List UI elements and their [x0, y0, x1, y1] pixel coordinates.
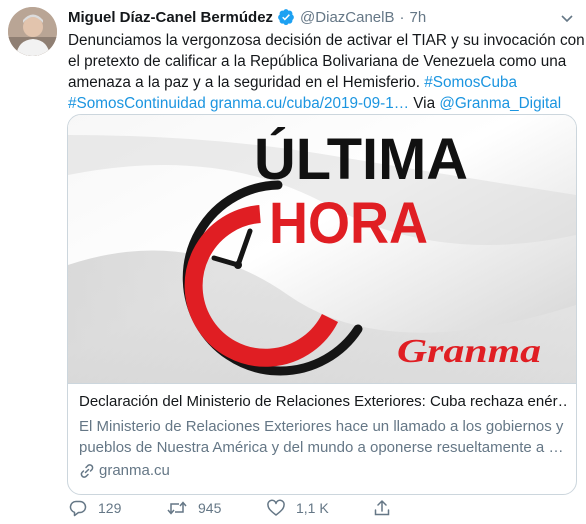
tweet-text-line: #SomosContinuidad granma.cu/cuba/2019-09…: [68, 93, 578, 114]
heart-icon: [267, 499, 285, 516]
hashtag-link[interactable]: #SomosCuba: [424, 74, 517, 91]
like-count: 1,1 K: [296, 500, 329, 516]
tweet-text-line: el pretexto de calificar a la República …: [68, 53, 567, 70]
share-icon: [374, 500, 390, 516]
card-domain-text: granma.cu: [99, 462, 170, 479]
card-domain: granma.cu: [79, 462, 569, 479]
reply-icon: [69, 500, 87, 517]
card-image[interactable]: ÚLTIMA HORA Granma: [68, 115, 576, 384]
avatar[interactable]: [8, 7, 57, 56]
tweet-timestamp[interactable]: 7h: [409, 9, 426, 26]
tweet-text: Denunciamos la vergonzosa decisión de ac…: [68, 30, 585, 114]
author-handle[interactable]: @DiazCanelB: [300, 9, 394, 26]
mention-link[interactable]: @Granma_Digital: [439, 95, 561, 112]
tweet-header: Miguel Díaz-Canel Bermúdez @DiazCanelB ·…: [68, 6, 426, 28]
retweet-icon: [167, 501, 187, 515]
tweet-text-line: amenaza a la paz y a la seguridad en el …: [68, 72, 578, 93]
tweet-text-fragment: amenaza a la paz y a la seguridad en el …: [68, 74, 425, 91]
author-name[interactable]: Miguel Díaz-Canel Bermúdez: [68, 9, 273, 26]
card-image-brand: Granma: [397, 333, 541, 370]
retweet-button[interactable]: 945: [166, 497, 221, 519]
tweet-text-line: Denunciamos la vergonzosa decisión de ac…: [68, 32, 585, 49]
link-card[interactable]: ÚLTIMA HORA Granma Declaración del Minis…: [67, 114, 577, 495]
verified-badge-icon: [277, 8, 295, 26]
via-label: Via: [413, 95, 440, 112]
reply-button[interactable]: 129: [68, 497, 121, 519]
reply-count: 129: [98, 500, 122, 516]
chevron-down-icon[interactable]: [560, 11, 574, 30]
tweet-actions: 129 945 1,1 K: [68, 497, 578, 519]
link-icon: [79, 463, 95, 479]
url-link[interactable]: granma.cu/cuba/2019-09-1…: [210, 95, 409, 112]
share-button[interactable]: [372, 497, 402, 519]
like-button[interactable]: 1,1 K: [266, 497, 329, 519]
card-body: Declaración del Ministerio de Relaciones…: [79, 392, 569, 479]
card-image-line2: HORA: [269, 191, 428, 256]
retweet-count: 945: [198, 500, 222, 516]
card-description-line: pueblos de Nuestra América y del mundo a…: [79, 439, 564, 456]
card-title[interactable]: Declaración del Ministerio de Relaciones…: [79, 392, 569, 412]
tweet[interactable]: Miguel Díaz-Canel Bermúdez @DiazCanelB ·…: [0, 0, 586, 524]
hashtag-link[interactable]: #SomosContinuidad: [68, 95, 206, 112]
card-description: El Ministerio de Relaciones Exteriores h…: [79, 416, 569, 458]
card-description-line: El Ministerio de Relaciones Exteriores h…: [79, 418, 564, 435]
card-image-line1: ÚLTIMA: [254, 127, 468, 192]
header-separator: ·: [399, 8, 405, 26]
